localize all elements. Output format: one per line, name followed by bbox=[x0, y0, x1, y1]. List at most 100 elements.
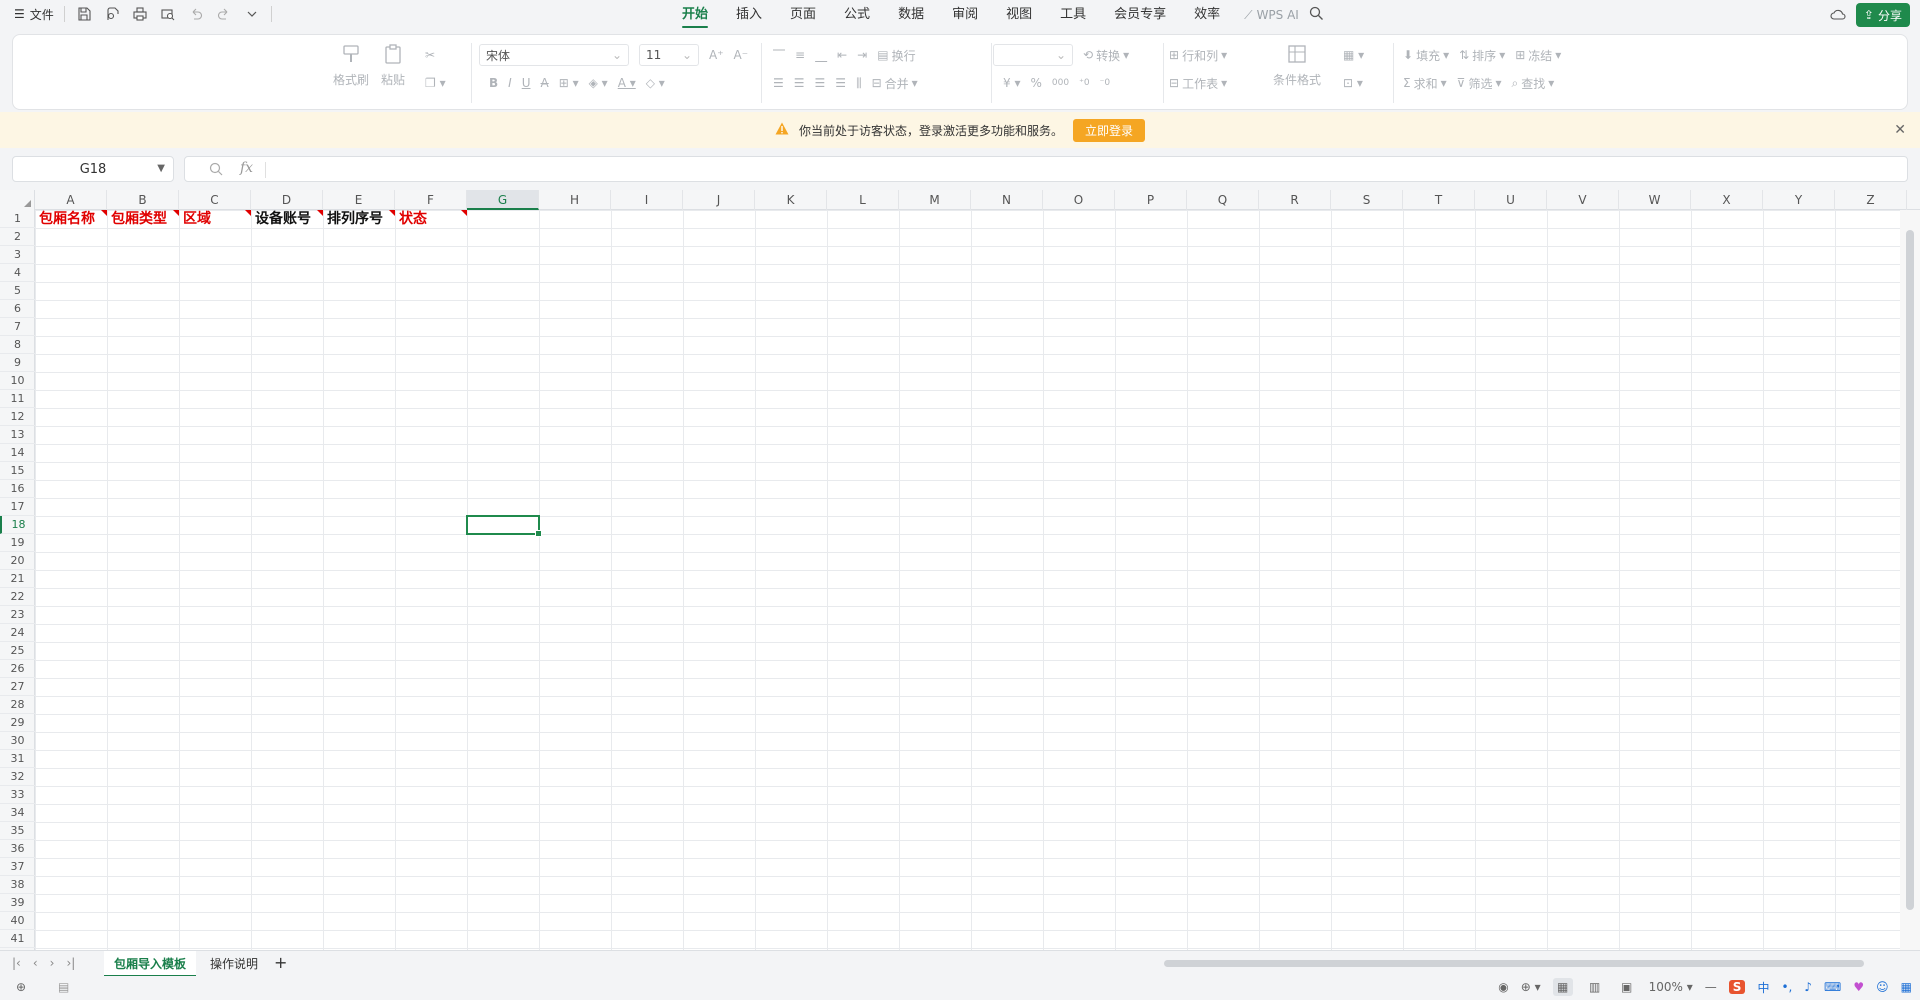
column-header-i[interactable]: I bbox=[611, 190, 683, 210]
tab-data[interactable]: 数据 bbox=[884, 0, 938, 30]
row-header[interactable]: 26 bbox=[0, 660, 35, 678]
row-header[interactable]: 14 bbox=[0, 444, 35, 462]
underline-button[interactable]: U bbox=[522, 76, 531, 90]
print-preview-icon[interactable] bbox=[159, 5, 177, 23]
column-header-r[interactable]: R bbox=[1259, 190, 1331, 210]
fx-icon[interactable]: fx bbox=[240, 160, 253, 176]
tab-tools[interactable]: 工具 bbox=[1046, 0, 1100, 30]
chevron-down-icon[interactable] bbox=[243, 5, 261, 23]
sheet-list-icon[interactable]: ▤ bbox=[58, 980, 69, 994]
worksheet-button[interactable]: ⊟ 工作表 ▾ bbox=[1169, 75, 1227, 92]
select-all-corner[interactable] bbox=[0, 190, 35, 210]
increase-decimal-icon[interactable]: ⁺0 bbox=[1079, 78, 1089, 88]
table-style-icon[interactable]: ▦ ▾ bbox=[1343, 48, 1364, 62]
bold-button[interactable]: B bbox=[489, 76, 498, 90]
prev-sheet-icon[interactable]: ‹ bbox=[33, 956, 38, 970]
column-header-v[interactable]: V bbox=[1547, 190, 1619, 210]
sum-button[interactable]: Σ 求和 ▾ bbox=[1403, 75, 1447, 92]
decrease-font-icon[interactable]: A⁻ bbox=[734, 48, 749, 62]
row-header[interactable]: 23 bbox=[0, 606, 35, 624]
tab-efficiency[interactable]: 效率 bbox=[1180, 0, 1234, 30]
justify-icon[interactable]: ☰ bbox=[835, 76, 846, 90]
formula-input[interactable]: fx bbox=[184, 156, 1908, 182]
tab-review[interactable]: 审阅 bbox=[938, 0, 992, 30]
row-header[interactable]: 33 bbox=[0, 786, 35, 804]
wps-ai-button[interactable]: ⟋ WPS AI bbox=[1234, 8, 1309, 23]
eye-protection-icon[interactable]: ◉ bbox=[1498, 980, 1508, 994]
header-cell-f[interactable]: 状态 bbox=[395, 210, 427, 228]
cell-area[interactable]: 包厢名称 包厢类型 区域 设备账号 排列序号 状态 bbox=[35, 210, 1900, 950]
row-header[interactable]: 21 bbox=[0, 570, 35, 588]
column-header-s[interactable]: S bbox=[1331, 190, 1403, 210]
convert-button[interactable]: ⟲ 转换 ▾ bbox=[1083, 47, 1129, 64]
percent-button[interactable]: % bbox=[1030, 76, 1041, 90]
redo-icon[interactable] bbox=[215, 5, 233, 23]
zoom-out-icon[interactable]: — bbox=[1705, 980, 1717, 994]
undo-icon[interactable] bbox=[187, 5, 205, 23]
row-header[interactable]: 8 bbox=[0, 336, 35, 354]
column-header-k[interactable]: K bbox=[755, 190, 827, 210]
row-header[interactable]: 40 bbox=[0, 912, 35, 930]
row-header[interactable]: 31 bbox=[0, 750, 35, 768]
cloud-sync-icon[interactable] bbox=[1830, 7, 1846, 24]
selected-cell[interactable] bbox=[466, 515, 542, 537]
next-sheet-icon[interactable]: › bbox=[50, 956, 55, 970]
column-header-y[interactable]: Y bbox=[1763, 190, 1835, 210]
row-header[interactable]: 10 bbox=[0, 372, 35, 390]
last-sheet-icon[interactable]: ›| bbox=[66, 956, 75, 970]
scrollbar-thumb[interactable] bbox=[1164, 960, 1864, 967]
row-header[interactable]: 35 bbox=[0, 822, 35, 840]
tab-formulas[interactable]: 公式 bbox=[830, 0, 884, 30]
file-menu-button[interactable]: ☰ 文件 bbox=[14, 6, 54, 23]
row-header[interactable]: 1 bbox=[0, 210, 35, 228]
row-header[interactable]: 41 bbox=[0, 930, 35, 948]
column-header-c[interactable]: C bbox=[179, 190, 251, 210]
row-header[interactable]: 29 bbox=[0, 714, 35, 732]
scrollbar-thumb[interactable] bbox=[1906, 230, 1914, 910]
row-header[interactable]: 34 bbox=[0, 804, 35, 822]
row-header[interactable]: 27 bbox=[0, 678, 35, 696]
row-header[interactable]: 39 bbox=[0, 894, 35, 912]
tab-page[interactable]: 页面 bbox=[776, 0, 830, 30]
find-button[interactable]: ⌕ 查找 ▾ bbox=[1511, 75, 1554, 92]
column-header-t[interactable]: T bbox=[1403, 190, 1475, 210]
column-header-n[interactable]: N bbox=[971, 190, 1043, 210]
row-header[interactable]: 20 bbox=[0, 552, 35, 570]
column-header-b[interactable]: B bbox=[107, 190, 179, 210]
horizontal-scrollbar[interactable] bbox=[1150, 957, 1890, 969]
row-header[interactable]: 11 bbox=[0, 390, 35, 408]
first-sheet-icon[interactable]: |‹ bbox=[12, 956, 21, 970]
tab-view[interactable]: 视图 bbox=[992, 0, 1046, 30]
borders-icon[interactable]: ⊞ ▾ bbox=[559, 76, 579, 90]
vertical-scrollbar[interactable] bbox=[1900, 210, 1920, 950]
header-cell-c[interactable]: 区域 bbox=[179, 210, 211, 228]
merge-button[interactable]: ⊟ 合并 ▾ bbox=[872, 75, 918, 92]
row-header[interactable]: 2 bbox=[0, 228, 35, 246]
column-header-x[interactable]: X bbox=[1691, 190, 1763, 210]
font-name-select[interactable]: 宋体 ⌄ bbox=[479, 44, 629, 66]
row-header[interactable]: 16 bbox=[0, 480, 35, 498]
fill-button[interactable]: ⬇ 填充 ▾ bbox=[1403, 47, 1449, 64]
column-header-z[interactable]: Z bbox=[1835, 190, 1907, 210]
macro-icon[interactable]: ⊕ bbox=[16, 980, 26, 994]
row-header[interactable]: 24 bbox=[0, 624, 35, 642]
export-pdf-icon[interactable] bbox=[103, 5, 121, 23]
row-header[interactable]: 17 bbox=[0, 498, 35, 516]
row-header[interactable]: 13 bbox=[0, 426, 35, 444]
row-header[interactable]: 12 bbox=[0, 408, 35, 426]
row-header[interactable]: 37 bbox=[0, 858, 35, 876]
column-header-u[interactable]: U bbox=[1475, 190, 1547, 210]
column-header-j[interactable]: J bbox=[683, 190, 755, 210]
search-icon[interactable] bbox=[1309, 6, 1324, 25]
number-format-select[interactable]: ⌄ bbox=[993, 44, 1073, 66]
row-header[interactable]: 3 bbox=[0, 246, 35, 264]
row-header[interactable]: 19 bbox=[0, 534, 35, 552]
strikethrough-button[interactable]: A bbox=[541, 76, 549, 90]
name-box[interactable]: G18 ▼ bbox=[12, 156, 174, 182]
increase-indent-icon[interactable]: ⇥ bbox=[857, 48, 867, 62]
decrease-decimal-icon[interactable]: ⁻0 bbox=[1100, 78, 1110, 88]
sort-button[interactable]: ⇅ 排序 ▾ bbox=[1459, 47, 1505, 64]
tab-home[interactable]: 开始 bbox=[668, 0, 722, 30]
column-header-e[interactable]: E bbox=[323, 190, 395, 210]
row-header[interactable]: 38 bbox=[0, 876, 35, 894]
